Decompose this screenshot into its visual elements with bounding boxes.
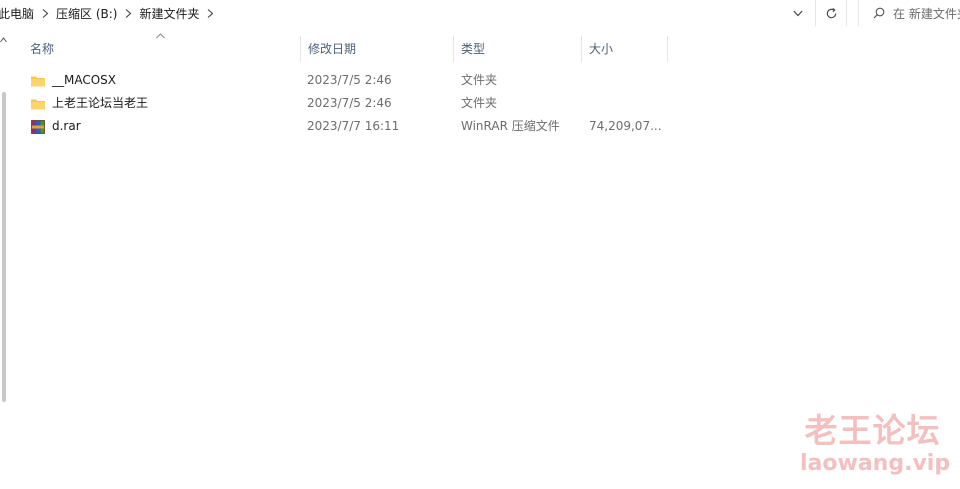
breadcrumb-drive-b[interactable]: 压缩区 (B:) [52,0,121,26]
file-type: WinRAR 压缩文件 [461,119,560,133]
chevron-down-icon [793,10,803,16]
breadcrumb-this-pc[interactable]: 此电脑 [0,0,38,26]
file-list: __MACOSX 2023/7/5 2:46 文件夹 上老王论坛当老王 2023… [22,69,682,138]
column-header-date[interactable]: 修改日期 [300,36,453,62]
folder-icon [31,99,45,109]
file-size [589,92,667,115]
file-date: 2023/7/5 2:46 [307,73,392,87]
watermark-url: laowang.vip [800,451,951,476]
chevron-right-icon[interactable] [121,0,135,26]
file-size [589,69,667,92]
watermark-title: 老王论坛 [804,411,941,450]
column-divider[interactable] [667,36,668,62]
column-header-type[interactable]: 类型 [453,36,581,62]
folder-icon [31,76,45,86]
scrollbar-thumb[interactable] [2,92,6,402]
file-date: 2023/7/5 2:46 [307,96,392,110]
file-type: 文件夹 [461,73,498,87]
file-row[interactable]: __MACOSX 2023/7/5 2:46 文件夹 [22,69,682,92]
search-input[interactable]: 在 新建文件夹 [858,0,960,26]
refresh-button[interactable] [815,0,847,26]
search-icon [873,7,885,19]
breadcrumb-new-folder[interactable]: 新建文件夹 [135,0,203,26]
file-row[interactable]: 上老王论坛当老王 2023/7/5 2:46 文件夹 [22,92,682,115]
search-placeholder: 在 新建文件夹 [893,6,960,21]
refresh-icon [826,7,836,18]
address-bar[interactable]: 此电脑 压缩区 (B:) 新建文件夹 [0,0,780,27]
column-header-name[interactable]: 名称 [22,36,300,62]
chevron-right-icon[interactable] [38,0,52,26]
file-type: 文件夹 [461,96,498,110]
chevron-right-icon[interactable] [204,0,218,26]
file-row[interactable]: d.rar 2023/7/7 16:11 WinRAR 压缩文件 74,209,… [22,115,682,138]
scroll-up-arrow-icon[interactable] [0,37,7,43]
file-explorer-window: 此电脑 压缩区 (B:) 新建文件夹 在 新建文件夹 [0,0,960,489]
file-name: 上老王论坛当老王 [52,96,149,110]
file-name: d.rar [52,119,81,133]
file-name: __MACOSX [52,73,117,87]
winrar-archive-icon [31,119,45,134]
column-header-row: 名称 修改日期 类型 大小 [22,33,672,62]
nav-pane-scrollbar[interactable] [0,34,8,489]
file-size: 74,209,07... [589,119,662,133]
file-date: 2023/7/7 16:11 [307,119,400,133]
address-history-dropdown[interactable] [784,0,812,26]
column-header-size[interactable]: 大小 [581,36,667,62]
watermark: 老王论坛 laowang.vip [800,411,951,478]
